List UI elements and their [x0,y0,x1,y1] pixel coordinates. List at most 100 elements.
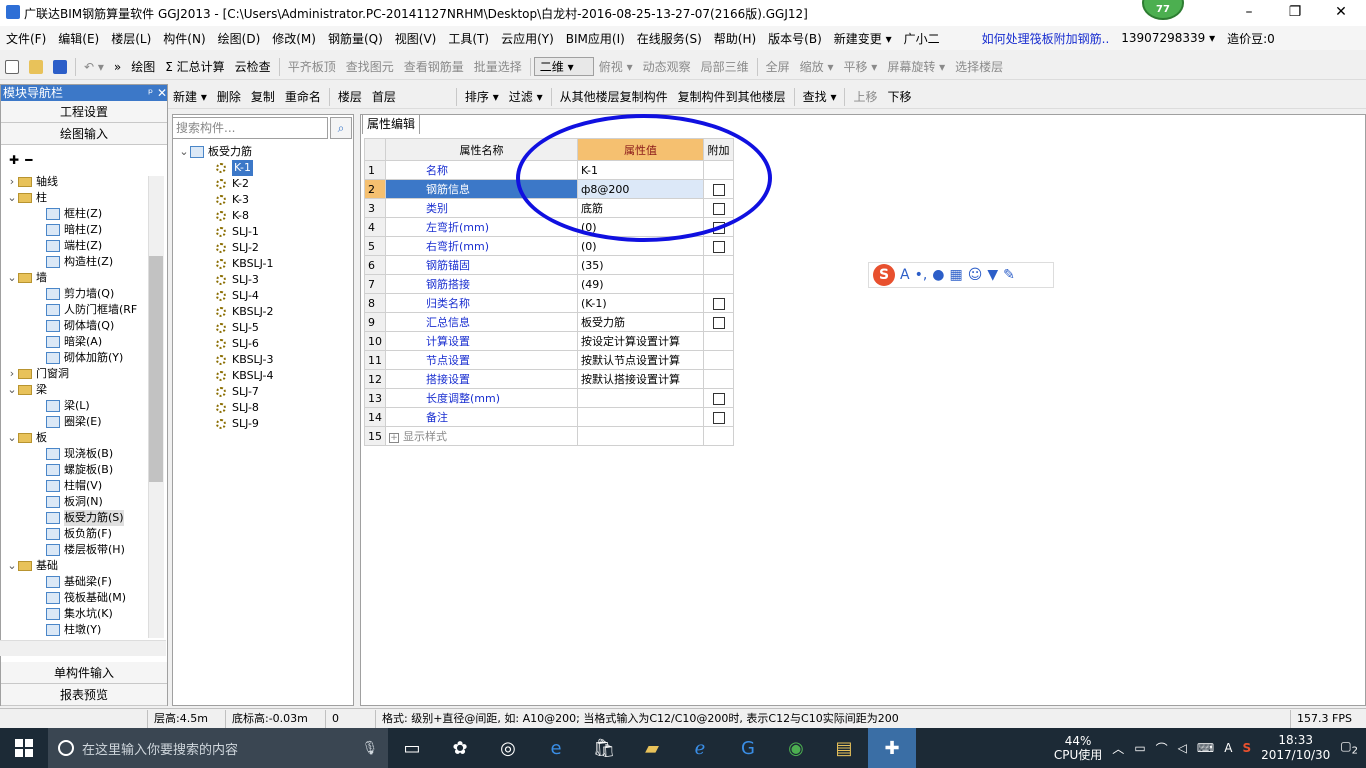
toolbar-button[interactable]: 缩放 ▾ [795,58,839,75]
tree-item[interactable]: 板受力筋(S) [6,510,158,526]
toolbar-button[interactable]: 复制构件到其他楼层 [673,88,791,105]
sogou-tray-icon[interactable]: S [1242,741,1251,755]
menu-item[interactable]: 修改(M) [266,30,322,47]
tree-item[interactable]: 剪力墙(Q) [6,286,158,302]
menu-item[interactable]: 编辑(E) [52,30,105,47]
report-preview-button[interactable]: 报表预览 [1,684,167,706]
microphone-icon[interactable]: 🎙 [361,741,378,756]
property-row[interactable]: 15 + 显示样式 [364,426,734,446]
menu-item[interactable]: 工具(T) [442,30,495,47]
toolbar-button[interactable]: 从其他楼层复制构件 [555,88,673,105]
project-settings-button[interactable]: 工程设置 [1,101,167,123]
property-value[interactable] [577,388,704,408]
menu-item[interactable]: 新建变更 ▾ [828,30,898,47]
edge-browser-icon[interactable]: e [532,728,580,768]
green-app-icon[interactable]: ◉ [772,728,820,768]
menu-item[interactable]: 如何处理筏板附加钢筋.. [976,30,1116,47]
open-file-icon[interactable] [24,59,48,74]
property-value[interactable] [577,426,704,446]
component-item[interactable]: SLJ-1 [178,224,350,240]
volume-icon[interactable]: ◁ [1178,741,1187,755]
tree-item[interactable]: 暗梁(A) [6,334,158,350]
toolbar-button[interactable]: 动态观察 [638,58,696,75]
component-item[interactable]: SLJ-9 [178,416,350,432]
toolbar-button[interactable]: 复制 [246,88,280,105]
microphone-icon[interactable]: ● [932,267,944,283]
tray-chevron-icon[interactable]: ︿ [1112,740,1124,757]
floor-select[interactable]: 首层 [367,88,453,105]
property-row[interactable]: 13 长度调整(mm) [364,388,734,408]
tree-folder[interactable]: ⌄ 板 [6,430,158,446]
toolbar-button[interactable]: 选择楼层 [950,58,1008,75]
menu-item[interactable]: 绘图(D) [212,30,267,47]
toolbar-button[interactable]: 云检查 [230,58,276,75]
component-item[interactable]: SLJ-5 [178,320,350,336]
tree-item[interactable]: 楼层板带(H) [6,542,158,558]
property-row[interactable]: 10 计算设置 按设定计算设置计算 [364,331,734,351]
component-search-input[interactable]: 搜索构件... [172,117,328,139]
toolbar-button[interactable]: 俯视 ▾ [594,58,638,75]
toolbar-button[interactable]: 重命名 [280,88,326,105]
extra-checkbox[interactable] [712,297,725,310]
component-item[interactable]: SLJ-6 [178,336,350,352]
glodon-active-icon[interactable]: ✚ [868,728,916,768]
component-item[interactable]: KBSLJ-4 [178,368,350,384]
toolbar-button[interactable]: 局部三维 [696,58,754,75]
menu-item[interactable]: 帮助(H) [708,30,762,47]
pin-close-icon[interactable]: ᵖ ✕ [148,85,167,101]
expander-icon[interactable]: ⌄ [6,558,18,574]
save-icon[interactable] [48,59,72,74]
expander-icon[interactable]: ⌄ [6,190,18,206]
tree-folder[interactable]: ⌄ 梁 [6,382,158,398]
search-icon[interactable]: ⌕ [330,117,352,139]
toolbar-button[interactable]: 查找图元 [341,58,399,75]
toolbar-button[interactable]: 全屏 [761,58,795,75]
expand-plus-icon[interactable]: + [389,433,399,443]
tree-item[interactable]: 人防门框墙(RF [6,302,158,318]
new-file-icon[interactable] [0,59,24,74]
tree-item[interactable]: 筏板基础(M) [6,590,158,606]
toolbar-button[interactable]: 排序 ▾ [460,88,504,105]
tree-item[interactable]: 板负筋(F) [6,526,158,542]
undo-icon[interactable]: ↶ ▾ [79,60,109,74]
close-button[interactable]: ✕ [1318,0,1364,26]
property-value[interactable]: (49) [577,274,704,294]
taskbar-search-box[interactable]: 在这里输入你要搜索的内容 🎙 [48,728,388,768]
task-view-icon[interactable]: ▭ [388,728,436,768]
component-item[interactable]: SLJ-8 [178,400,350,416]
tab-property-edit[interactable]: 属性编辑 [362,114,420,134]
toolbar-button[interactable]: 过滤 ▾ [504,88,548,105]
toolbar-button[interactable]: 删除 [212,88,246,105]
toolbar-button[interactable]: 平移 ▾ [838,58,882,75]
tree-item[interactable]: 圈梁(E) [6,414,158,430]
toolbar-button[interactable]: 批量选择 [469,58,527,75]
ie-browser-icon[interactable]: ℯ [676,728,724,768]
tree-item[interactable]: 构造柱(Z) [6,254,158,270]
expander-icon[interactable]: ⌄ [6,430,18,446]
app-icon[interactable]: ◎ [484,728,532,768]
notification-center-icon[interactable]: ▢2 [1340,739,1358,756]
tree-item[interactable]: 柱帽(V) [6,478,158,494]
clock[interactable]: 18:33 2017/10/30 [1261,733,1330,763]
extra-checkbox[interactable] [712,411,725,424]
tree-item[interactable]: 板洞(N) [6,494,158,510]
ime-punctuation-icon[interactable]: •, [915,267,928,283]
property-row[interactable]: 7 钢筋搭接 (49) [364,274,734,294]
component-item[interactable]: KBSLJ-3 [178,352,350,368]
tree-item[interactable]: 基础梁(F) [6,574,158,590]
tree-horizontal-scrollbar[interactable] [0,640,166,656]
component-root[interactable]: ⌄ 板受力筋 [178,144,350,160]
menu-item[interactable]: 13907298339 ▾ [1115,31,1221,45]
menu-item[interactable]: 文件(F) [0,30,52,47]
tree-item[interactable]: 螺旋板(B) [6,462,158,478]
toolbar-button[interactable]: 上移 [848,88,882,105]
expander-icon[interactable]: ⌄ [178,144,190,160]
single-component-input-button[interactable]: 单构件输入 [1,662,167,684]
notes-app-icon[interactable]: ▤ [820,728,868,768]
property-row[interactable]: 6 钢筋锚固 (35) [364,255,734,275]
toolbar-button[interactable]: 平齐板顶 [283,58,341,75]
expander-icon[interactable]: ⌄ [6,382,18,398]
property-value[interactable]: 板受力筋 [577,312,704,332]
menu-item[interactable]: 云应用(Y) [495,30,560,47]
menu-item[interactable]: 造价豆:0 [1221,30,1281,47]
